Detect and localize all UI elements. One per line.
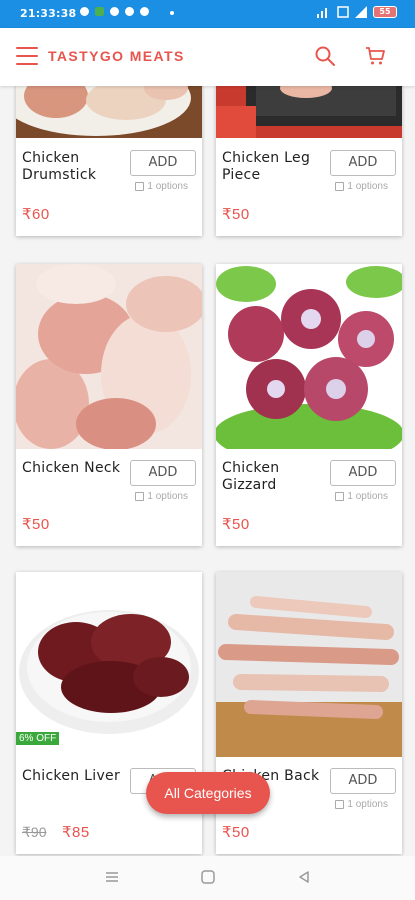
options-count: 1 options xyxy=(335,799,388,810)
notification-icon xyxy=(80,7,89,16)
battery-icon: 55 xyxy=(373,6,397,18)
app-icon xyxy=(95,7,104,16)
cell-signal-icon xyxy=(355,6,367,18)
add-button[interactable]: ADD xyxy=(330,150,396,176)
signal-icon xyxy=(317,8,327,18)
options-icon xyxy=(335,182,345,191)
chat-icon xyxy=(140,7,149,16)
product-card[interactable]: Chicken Drumstick ADD 1 options ₹60 xyxy=(16,86,202,236)
product-image xyxy=(16,86,202,138)
discount-badge: 6% OFF xyxy=(16,732,60,745)
product-price: ₹85 xyxy=(62,824,90,841)
product-price: ₹50 xyxy=(222,206,250,223)
product-image xyxy=(216,572,402,757)
product-image xyxy=(216,264,402,449)
cart-icon[interactable] xyxy=(363,44,387,68)
status-time: 21:33:38 xyxy=(20,7,77,20)
home-icon[interactable] xyxy=(200,870,216,884)
system-icons: 55 xyxy=(317,6,397,18)
product-image xyxy=(16,264,202,449)
system-nav-bar xyxy=(0,856,415,900)
options-count: 1 options xyxy=(135,491,188,502)
product-grid: Chicken Drumstick ADD 1 options ₹60 Chic… xyxy=(0,86,415,856)
add-button[interactable]: ADD xyxy=(330,768,396,794)
messenger-icon xyxy=(125,7,134,16)
product-price: ₹50 xyxy=(222,824,250,841)
sim-icon xyxy=(337,6,349,18)
all-categories-button[interactable]: All Categories xyxy=(146,772,270,814)
product-name: Chicken Drumstick xyxy=(22,150,97,183)
product-card[interactable]: Chicken Leg Piece ADD 1 options ₹50 xyxy=(216,86,402,236)
notification-icons xyxy=(80,7,149,16)
hamburger-icon[interactable] xyxy=(16,47,38,65)
product-name: Chicken Leg Piece xyxy=(222,150,311,183)
app-header: TASTYGO MEATS xyxy=(0,28,415,86)
status-bar: 21:33:38 55 xyxy=(0,0,415,28)
product-name: Chicken Liver xyxy=(22,768,121,784)
add-button[interactable]: ADD xyxy=(130,150,196,176)
options-icon xyxy=(135,492,145,501)
product-card[interactable]: Chicken Neck ADD 1 options ₹50 xyxy=(16,264,202,546)
back-icon[interactable] xyxy=(296,870,312,884)
more-notifications-icon xyxy=(170,11,174,15)
product-card[interactable]: Chicken Gizzard ADD 1 options ₹50 xyxy=(216,264,402,546)
add-button[interactable]: ADD xyxy=(330,460,396,486)
messenger-icon xyxy=(110,7,119,16)
original-price: ₹90 xyxy=(22,824,47,840)
product-price: ₹50 xyxy=(222,516,250,533)
brand-title: TASTYGO MEATS xyxy=(48,48,185,64)
product-name: Chicken Gizzard xyxy=(222,460,280,493)
recent-apps-icon[interactable] xyxy=(104,870,120,884)
product-image xyxy=(216,86,402,138)
options-count: 1 options xyxy=(335,181,388,192)
options-count: 1 options xyxy=(135,181,188,192)
options-icon xyxy=(135,182,145,191)
options-icon xyxy=(335,492,345,501)
product-name: Chicken Neck xyxy=(22,460,121,476)
search-icon[interactable] xyxy=(313,44,337,68)
add-button[interactable]: ADD xyxy=(130,460,196,486)
options-icon xyxy=(335,800,345,809)
product-price: ₹50 xyxy=(22,516,50,533)
options-count: 1 options xyxy=(335,491,388,502)
product-image xyxy=(16,572,202,757)
product-price: ₹60 xyxy=(22,206,50,223)
